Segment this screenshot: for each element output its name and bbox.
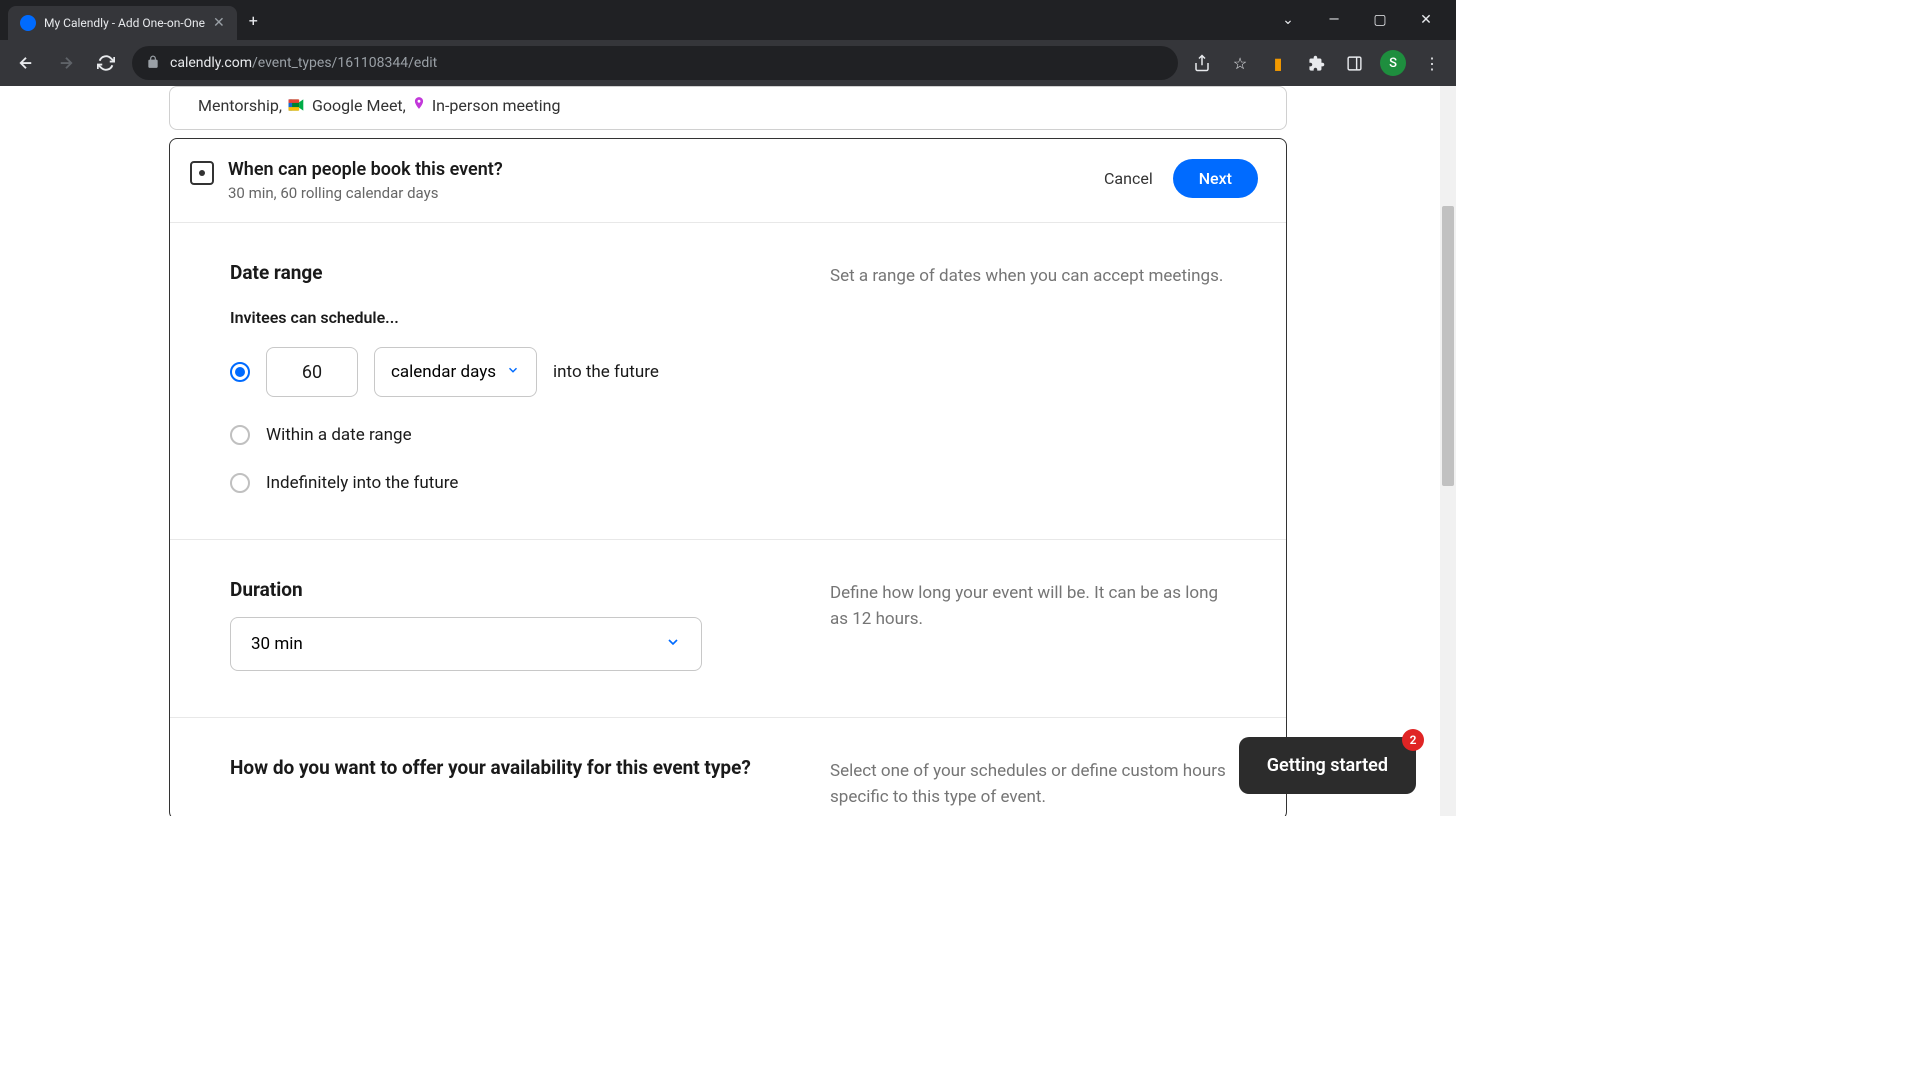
event-summary-card[interactable]: Mentorship, Google Meet, In-person meeti… — [169, 86, 1287, 130]
indefinite-option[interactable]: Indefinitely into the future — [230, 473, 770, 493]
widget-label: Getting started — [1267, 755, 1388, 776]
share-icon[interactable] — [1190, 51, 1214, 75]
duration-dropdown[interactable]: 30 min — [230, 617, 702, 671]
bookmark-icon[interactable]: ☆ — [1228, 51, 1252, 75]
availability-title: How do you want to offer your availabili… — [230, 756, 770, 779]
section-subtitle: 30 min, 60 rolling calendar days — [228, 184, 503, 202]
profile-avatar[interactable]: S — [1380, 50, 1406, 76]
browser-tab[interactable]: My Calendly - Add One-on-One ✕ — [8, 6, 237, 40]
duration-title: Duration — [230, 578, 770, 601]
extensions-icon[interactable] — [1304, 51, 1328, 75]
booking-settings-card: When can people book this event? 30 min,… — [169, 138, 1287, 816]
rolling-unit-label: calendar days — [391, 362, 496, 382]
back-button[interactable] — [12, 49, 40, 77]
page-content: Mentorship, Google Meet, In-person meeti… — [0, 86, 1456, 816]
cancel-button[interactable]: Cancel — [1104, 169, 1153, 188]
date-range-section: Date range Invitees can schedule... cale… — [170, 222, 1286, 539]
browser-tab-strip: My Calendly - Add One-on-One ✕ + ⌄ ― ▢ ✕ — [0, 0, 1456, 40]
availability-help: Select one of your schedules or define c… — [830, 756, 1226, 811]
range-label: Within a date range — [266, 425, 412, 445]
calendly-favicon — [20, 15, 36, 31]
event-name: Mentorship, — [198, 96, 282, 115]
date-range-subtitle: Invitees can schedule... — [230, 308, 770, 327]
location-pin-icon — [412, 95, 426, 115]
meet-label: Google Meet, — [312, 96, 406, 115]
date-range-title: Date range — [230, 261, 770, 284]
duration-help: Define how long your event will be. It c… — [830, 578, 1226, 671]
getting-started-widget[interactable]: Getting started 2 — [1239, 737, 1416, 794]
indefinite-label: Indefinitely into the future — [266, 473, 458, 493]
rolling-days-option: calendar days into the future — [230, 347, 770, 397]
forward-button[interactable] — [52, 49, 80, 77]
reload-button[interactable] — [92, 49, 120, 77]
radio-range[interactable] — [230, 425, 250, 445]
calendar-dot-icon — [190, 161, 214, 185]
availability-section: How do you want to offer your availabili… — [170, 717, 1286, 816]
close-tab-icon[interactable]: ✕ — [213, 15, 225, 31]
chevron-down-icon — [506, 362, 520, 382]
rolling-suffix: into the future — [553, 362, 659, 382]
sidepanel-icon[interactable] — [1342, 51, 1366, 75]
address-bar[interactable]: calendly.com/event_types/161108344/edit — [132, 46, 1178, 80]
extension-badge-icon[interactable]: ▮ — [1266, 51, 1290, 75]
event-meta: Mentorship, Google Meet, In-person meeti… — [198, 87, 1258, 115]
minimize-icon[interactable]: ― — [1320, 12, 1348, 28]
rolling-unit-dropdown[interactable]: calendar days — [374, 347, 537, 397]
radio-rolling[interactable] — [230, 362, 250, 382]
new-tab-button[interactable]: + — [249, 11, 258, 30]
rolling-days-input[interactable] — [266, 347, 358, 397]
date-range-help: Set a range of dates when you can accept… — [830, 261, 1226, 493]
close-window-icon[interactable]: ✕ — [1412, 12, 1440, 28]
widget-badge: 2 — [1402, 729, 1424, 751]
window-controls: ⌄ ― ▢ ✕ — [1274, 12, 1448, 28]
tab-search-icon[interactable]: ⌄ — [1274, 12, 1302, 28]
inperson-label: In-person meeting — [432, 96, 561, 115]
radio-indefinite[interactable] — [230, 473, 250, 493]
scrollbar-track[interactable] — [1440, 86, 1456, 816]
next-button[interactable]: Next — [1173, 159, 1258, 198]
date-range-option[interactable]: Within a date range — [230, 425, 770, 445]
duration-section: Duration 30 min Define how long your eve… — [170, 539, 1286, 717]
browser-toolbar: calendly.com/event_types/161108344/edit … — [0, 40, 1456, 86]
tab-title: My Calendly - Add One-on-One — [44, 16, 205, 30]
url-text: calendly.com/event_types/161108344/edit — [170, 55, 437, 71]
menu-icon[interactable]: ⋮ — [1420, 51, 1444, 75]
duration-value: 30 min — [251, 634, 303, 654]
lock-icon — [146, 54, 160, 73]
google-meet-icon — [288, 98, 306, 112]
section-title: When can people book this event? — [228, 159, 503, 180]
chevron-down-icon — [665, 634, 681, 655]
scrollbar-thumb[interactable] — [1442, 206, 1454, 486]
maximize-icon[interactable]: ▢ — [1366, 12, 1394, 28]
card-header: When can people book this event? 30 min,… — [170, 139, 1286, 222]
